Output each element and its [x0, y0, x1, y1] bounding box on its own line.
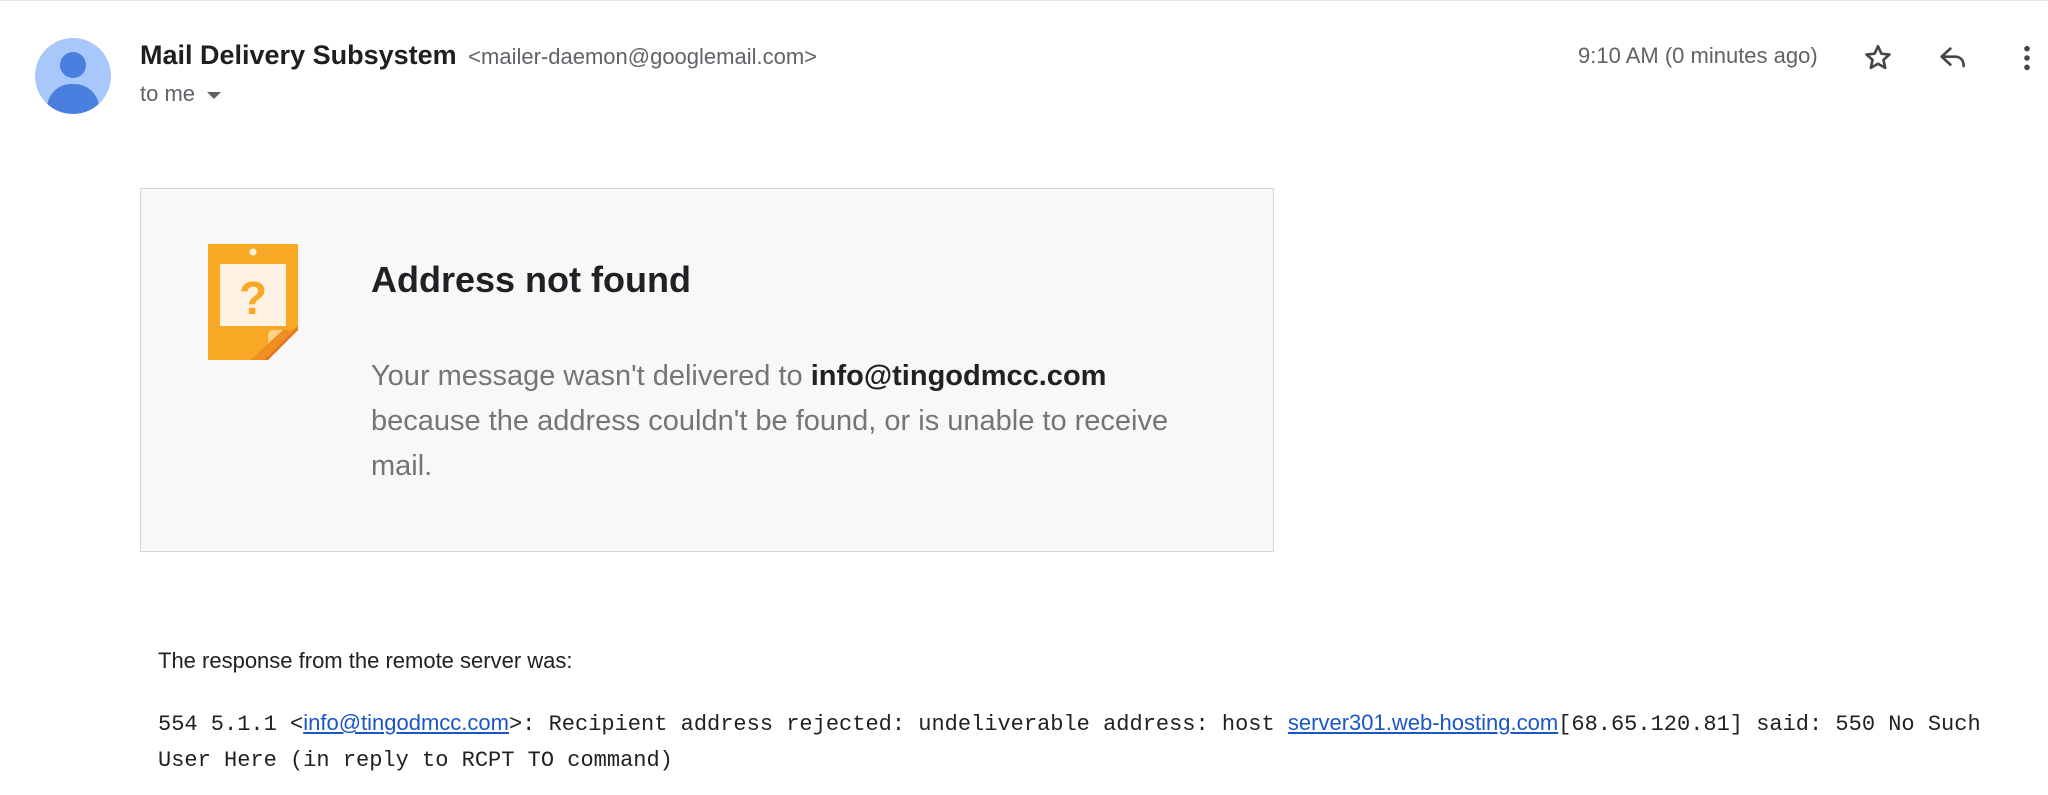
top-divider — [0, 0, 2048, 1]
host-link[interactable]: server301.web-hosting.com — [1288, 710, 1558, 735]
recipient-label: to me — [140, 81, 196, 106]
card-title: Address not found — [371, 259, 691, 300]
recipient-email-link[interactable]: info@tingodmcc.com — [303, 710, 509, 735]
question-note-icon: ? — [208, 244, 298, 365]
sender-email: <mailer-daemon@googlemail.com> — [468, 44, 818, 69]
reply-icon — [1940, 47, 1965, 68]
avatar[interactable] — [35, 38, 111, 114]
card-message: Your message wasn't delivered to info@ti… — [371, 354, 1221, 489]
undelivered-address: info@tingodmcc.com — [810, 360, 1107, 392]
star-button[interactable] — [1858, 38, 1898, 78]
avatar-head — [60, 52, 86, 78]
response-part-1: 554 5.1.1 < — [158, 712, 304, 737]
response-label: The response from the remote server was: — [158, 648, 573, 673]
reply-button[interactable] — [1933, 38, 1973, 78]
svg-text:?: ? — [239, 272, 267, 324]
recipient-toggle[interactable]: to me — [140, 81, 222, 107]
more-options-button[interactable] — [2007, 38, 2047, 78]
message-suffix: because the address couldn't be found, o… — [371, 405, 1169, 482]
message-prefix: Your message wasn't delivered to — [371, 360, 811, 392]
chevron-down-icon — [207, 91, 222, 99]
response-detail: 554 5.1.1 <info@tingodmcc.com>: Recipien… — [158, 705, 2038, 779]
response-part-2: >: Recipient address rejected: undeliver… — [508, 712, 1288, 737]
avatar-body — [47, 84, 99, 114]
bounce-card: ? Address not found Your message wasn't … — [140, 188, 1274, 552]
timestamp: 9:10 AM (0 minutes ago) — [1578, 43, 1818, 68]
star-icon — [1865, 44, 1891, 70]
more-vert-icon — [2024, 45, 2030, 71]
sender: Mail Delivery Subsystem <mailer-daemon@g… — [140, 40, 817, 71]
sender-name[interactable]: Mail Delivery Subsystem — [140, 40, 457, 70]
